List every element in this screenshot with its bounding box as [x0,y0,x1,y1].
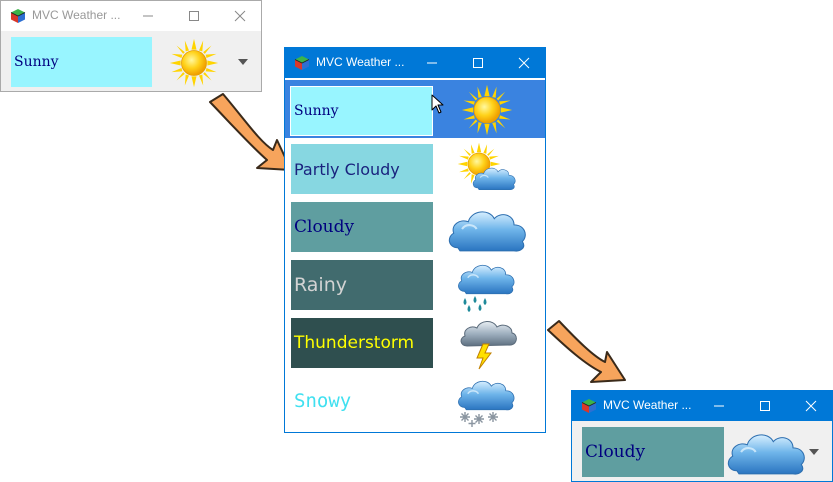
close-button[interactable] [501,48,547,78]
item-label: Cloudy [291,202,433,252]
partly-cloudy-icon [457,142,516,191]
weather-label: Cloudy [582,427,724,477]
item-label-text: Thunderstorm [294,333,415,353]
dropdown-item-rainy[interactable]: Rainy [285,256,545,314]
dropdown-item-sunny[interactable]: Sunny [285,80,545,138]
window-title: MVC Weather ... [316,55,405,69]
title-bar[interactable]: MVC Weather ... [1,1,261,31]
app-cube-icon [294,56,310,70]
item-label: Snowy [291,376,433,426]
dropdown-list: Sunny Partly Cloudy Cloudy Rainy Thunder… [285,78,545,432]
weather-window-sunny: MVC Weather ... Sunny [0,0,262,92]
close-button[interactable] [217,1,263,31]
item-label-text: Partly Cloudy [294,159,400,179]
item-label: Rainy [291,260,433,310]
item-label-text: Rainy [294,274,347,296]
item-label: Sunny [290,86,433,136]
weather-label-text: Cloudy [585,442,646,462]
dropdown-item-cloudy[interactable]: Cloudy [285,198,545,256]
title-bar[interactable]: MVC Weather ... [285,48,545,78]
mouse-cursor-icon [431,94,444,114]
window-title: MVC Weather ... [32,8,121,22]
app-cube-icon [581,399,597,413]
chevron-down-icon[interactable] [237,58,249,66]
close-button[interactable] [788,391,833,421]
maximize-button[interactable] [742,391,788,421]
chevron-down-icon[interactable] [808,448,820,456]
item-label-text: Sunny [294,103,339,119]
maximize-button[interactable] [455,48,501,78]
weather-label-text: Sunny [14,54,59,70]
item-label: Thunderstorm [291,318,433,368]
minimize-button[interactable] [409,48,455,78]
window-title: MVC Weather ... [603,398,692,412]
weather-window-dropdown: MVC Weather ... Sunny Partly Cloudy Clou… [284,47,546,433]
app-cube-icon [10,9,26,23]
title-bar[interactable]: MVC Weather ... [572,391,832,421]
dropdown-item-snowy[interactable]: Snowy [285,372,545,430]
dropdown-item-partly-cloudy[interactable]: Partly Cloudy [285,140,545,198]
sun-icon [169,38,219,88]
weather-combobox[interactable]: Sunny [9,33,259,89]
thunderstorm-icon [460,321,517,370]
minimize-button[interactable] [125,1,171,31]
sun-icon [461,84,513,136]
item-label-text: Cloudy [294,217,355,237]
weather-label: Sunny [11,37,152,87]
cloud-icon [724,425,808,477]
cloud-icon [445,202,529,254]
rain-icon [457,264,515,312]
dropdown-item-thunderstorm[interactable]: Thunderstorm [285,314,545,372]
item-label: Partly Cloudy [291,144,433,194]
item-label-text: Snowy [294,390,352,412]
minimize-button[interactable] [696,391,742,421]
weather-window-cloudy: MVC Weather ... Cloudy [571,390,833,482]
snow-icon [457,380,515,427]
transition-arrow-2 [547,320,626,383]
weather-combobox[interactable]: Cloudy [580,423,830,479]
transition-arrow-1 [209,93,292,171]
maximize-button[interactable] [171,1,217,31]
